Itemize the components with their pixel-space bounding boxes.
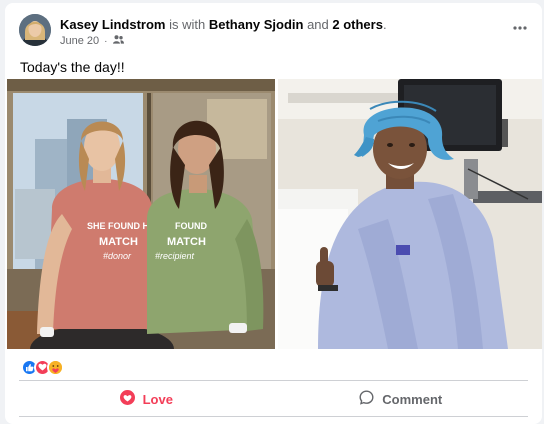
- and-text: and: [303, 17, 333, 32]
- care-icon: [47, 358, 64, 376]
- comment-icon: [359, 390, 374, 408]
- divider-top: [19, 380, 528, 381]
- post-title-line: Kasey Lindstrom is with Bethany Sjodin a…: [60, 17, 387, 33]
- shirt-text-2: MATCH: [99, 236, 138, 248]
- post-actions: Love Comment: [19, 384, 528, 414]
- comment-label: Comment: [382, 391, 443, 407]
- others-link[interactable]: 2 others: [332, 17, 383, 32]
- shirt-text-4: FOUND: [175, 221, 207, 231]
- more-icon: [513, 26, 527, 30]
- comment-button[interactable]: Comment: [274, 384, 529, 414]
- post-text: Today's the day!!: [20, 59, 125, 75]
- shirt-text-6: #recipient: [155, 251, 195, 261]
- love-icon: [119, 390, 135, 408]
- photo-right[interactable]: [278, 79, 542, 349]
- post-card: Kasey Lindstrom is with Bethany Sjodin a…: [5, 3, 542, 424]
- period-text: .: [382, 17, 387, 32]
- shirt-text-3: #donor: [103, 251, 132, 261]
- divider-bottom: [19, 416, 528, 417]
- post-date[interactable]: June 20: [60, 35, 99, 47]
- post-header: Kasey Lindstrom is with Bethany Sjodin a…: [19, 14, 532, 50]
- love-label: Love: [142, 391, 173, 407]
- avatar[interactable]: [19, 14, 51, 46]
- with-text: is with: [165, 17, 209, 32]
- post-meta: June 20 ·: [60, 35, 124, 47]
- love-button[interactable]: Love: [19, 384, 274, 414]
- reaction-summary[interactable]: [21, 357, 64, 377]
- shirt-text-5: MATCH: [167, 236, 206, 248]
- meta-separator: ·: [104, 35, 108, 47]
- more-options-button[interactable]: [508, 16, 532, 40]
- tagged-name[interactable]: Bethany Sjodin: [209, 17, 304, 32]
- friends-icon[interactable]: [112, 35, 124, 47]
- author-name[interactable]: Kasey Lindstrom: [60, 17, 165, 32]
- photo-left[interactable]: SHE FOUND HER MATCH #donor FOUND MATCH #…: [7, 79, 275, 349]
- photo-grid: SHE FOUND HER MATCH #donor FOUND MATCH #…: [7, 79, 542, 349]
